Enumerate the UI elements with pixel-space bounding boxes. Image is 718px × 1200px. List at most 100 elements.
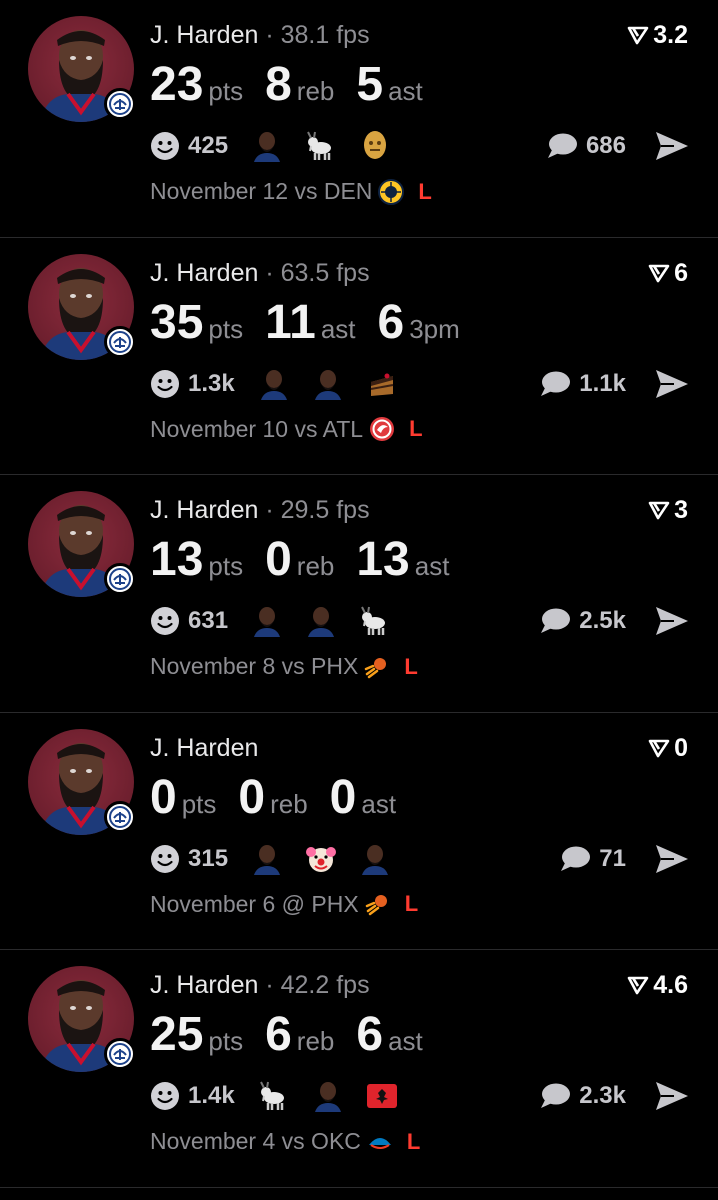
vote-arrow-icon (648, 501, 670, 520)
reactions[interactable]: 1.4k (150, 1078, 419, 1114)
game-info[interactable]: November 6 @ PHX L (150, 891, 418, 918)
stat-label: ast (361, 788, 397, 819)
reactions[interactable]: 425 (150, 128, 412, 164)
cake-icon[interactable] (365, 367, 399, 401)
stat-value: 0 (329, 770, 357, 824)
stat-label: pts (208, 313, 244, 344)
game-info[interactable]: November 10 vs ATL L (150, 416, 423, 443)
post-header: J. Harden · 63.5 fps (150, 258, 370, 288)
stat-label: pts (208, 76, 244, 106)
smiley-icon[interactable] (150, 1081, 180, 1111)
game-post[interactable]: J. Harden · 42.2 fps 4.6 25 pts 6 reb 6 ast 1… (0, 950, 718, 1188)
rating: 3.2 (627, 20, 688, 50)
game-date-matchup: November 8 vs PHX (150, 653, 359, 679)
clown-icon[interactable] (304, 842, 338, 876)
stat-value: 0 (238, 770, 266, 824)
stat-value: 6 (265, 1008, 292, 1061)
game-post[interactable]: J. Harden · 63.5 fps 6 35 pts 11 ast 6 3pm 1.… (0, 238, 718, 475)
fantasy-points: 42.2 fps (280, 971, 370, 999)
comment-bubble-icon[interactable] (559, 845, 591, 873)
goat-icon[interactable] (358, 604, 392, 638)
share-arrow-icon[interactable] (654, 368, 690, 400)
smiley-icon[interactable] (150, 606, 180, 636)
comments[interactable]: 2.3k (539, 1078, 626, 1114)
stat-label: ast (414, 551, 450, 581)
player-face-icon[interactable] (304, 604, 338, 638)
smiley-icon[interactable] (150, 844, 180, 874)
stat-value: 5 (356, 58, 384, 111)
stat-label: pts (208, 551, 244, 581)
rating-value: 6 (674, 258, 688, 287)
player-name[interactable]: J. Harden (150, 734, 258, 762)
stat-label: ast (320, 313, 356, 344)
reactions[interactable]: 1.3k (150, 366, 419, 402)
stat-line: 0 pts 0 reb 0 ast (150, 769, 418, 827)
post-header: J. Harden · 29.5 fps (150, 495, 370, 525)
stat-line: 35 pts 11 ast 6 3pm (150, 294, 482, 352)
player-name[interactable]: J. Harden (150, 259, 258, 287)
comment-bubble-icon[interactable] (539, 607, 571, 635)
rating: 4.6 (627, 970, 688, 1000)
game-info[interactable]: November 4 vs OKC L (150, 1128, 420, 1155)
player-face-icon[interactable] (250, 129, 284, 163)
player-name[interactable]: J. Harden (150, 971, 258, 999)
vote-arrow-icon (648, 739, 670, 757)
comments[interactable]: 1.1k (539, 366, 626, 402)
team-logo-icon (104, 325, 136, 358)
share-arrow-icon[interactable] (654, 130, 690, 162)
goat-icon[interactable] (304, 129, 338, 163)
fantasy-points: 63.5 fps (280, 258, 370, 287)
game-post[interactable]: J. Harden 0 0 pts 0 reb 0 ast 315 71 Nov… (0, 713, 718, 950)
game-result: L (404, 653, 418, 679)
player-name[interactable]: J. Harden (150, 496, 258, 524)
game-post[interactable]: J. Harden · 29.5 fps 3 13 pts 0 reb 13 ast 63… (0, 475, 718, 713)
comments[interactable]: 2.5k (539, 603, 626, 639)
reactions[interactable]: 315 (150, 841, 412, 877)
post-header: J. Harden · 42.2 fps (150, 970, 370, 1000)
comment-count: 1.1k (579, 369, 626, 397)
smiley-icon[interactable] (150, 369, 180, 399)
stat-value: 6 (377, 295, 405, 349)
game-date-matchup: November 6 @ PHX (150, 890, 359, 917)
vote-arrow-icon (648, 264, 670, 282)
player-face-icon[interactable] (257, 367, 291, 401)
reactions[interactable]: 631 (150, 603, 412, 639)
stat-value: 0 (265, 533, 292, 586)
share-arrow-icon[interactable] (654, 605, 690, 637)
stat-value: 35 (150, 295, 204, 349)
stat-value: 13 (356, 533, 410, 586)
comment-bubble-icon[interactable] (539, 1082, 571, 1110)
game-post[interactable]: J. Harden · 38.1 fps 3.2 23 pts 8 reb 5 ast 4… (0, 0, 718, 238)
game-info[interactable]: November 12 vs DEN L (150, 178, 432, 205)
player-face-icon[interactable] (358, 842, 392, 876)
albania-flag-icon[interactable] (365, 1079, 399, 1113)
player-face-icon[interactable] (311, 1079, 345, 1113)
separator: · (265, 21, 281, 49)
stat-line: 25 pts 6 reb 6 ast (150, 1006, 445, 1064)
smiley-icon[interactable] (150, 131, 180, 161)
stat-line: 13 pts 0 reb 13 ast (150, 531, 471, 589)
comment-count: 2.5k (579, 607, 626, 634)
game-info[interactable]: November 8 vs PHX L (150, 653, 418, 680)
trophy-face-icon[interactable] (358, 129, 392, 163)
suns-logo-icon (365, 891, 391, 917)
share-arrow-icon[interactable] (654, 843, 690, 875)
stat-label: reb (296, 551, 335, 581)
share-arrow-icon[interactable] (654, 1080, 690, 1112)
rating-value: 3 (674, 496, 688, 524)
stat-line: 23 pts 8 reb 5 ast (150, 56, 445, 114)
comments[interactable]: 686 (546, 128, 626, 164)
vote-arrow-icon (627, 976, 649, 995)
goat-icon[interactable] (257, 1079, 291, 1113)
player-name[interactable]: J. Harden (150, 21, 258, 49)
comment-bubble-icon[interactable] (546, 132, 578, 160)
stat-label: ast (388, 1026, 423, 1056)
player-face-icon[interactable] (311, 367, 345, 401)
comment-bubble-icon[interactable] (539, 370, 571, 398)
player-face-icon[interactable] (250, 604, 284, 638)
player-face-icon[interactable] (250, 842, 284, 876)
rating-value: 0 (674, 733, 688, 762)
comment-count: 686 (585, 132, 626, 159)
comments[interactable]: 71 (559, 841, 626, 877)
hawks-logo-icon (369, 416, 395, 442)
